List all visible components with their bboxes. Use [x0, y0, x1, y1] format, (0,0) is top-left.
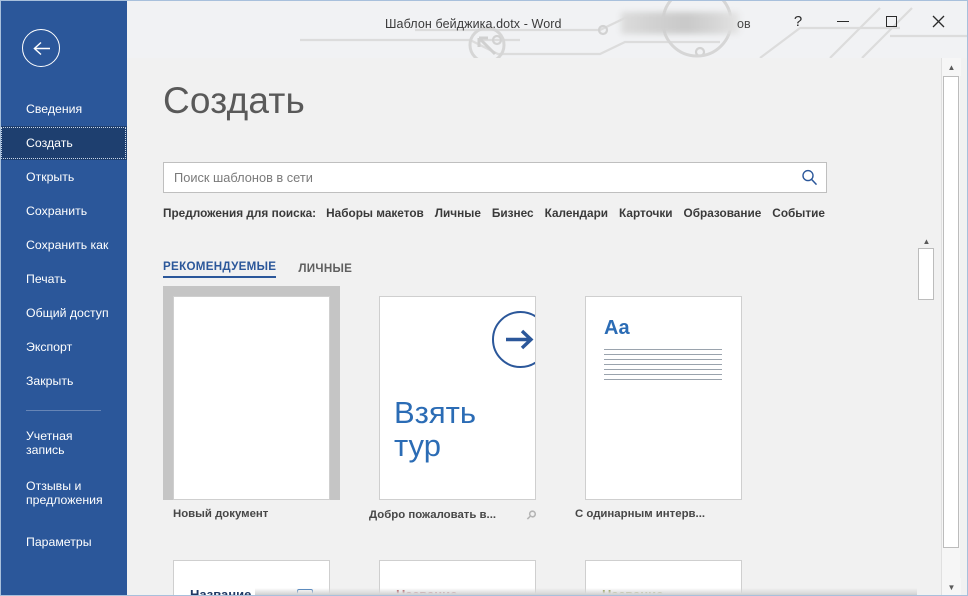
- page-title: Создать: [163, 80, 306, 121]
- help-button[interactable]: ?: [781, 8, 815, 34]
- search-input[interactable]: [164, 163, 792, 192]
- suggestion-link-education[interactable]: Образование: [684, 206, 762, 220]
- word-backstage-window: Шаблон бейджика.dotx - Word ов ? Сведени…: [0, 0, 968, 596]
- suggestion-link-layout-sets[interactable]: Наборы макетов: [326, 206, 424, 220]
- maximize-button[interactable]: [874, 8, 908, 34]
- tab-personal[interactable]: ЛИЧНЫЕ: [298, 262, 352, 278]
- template-card-single-spaced[interactable]: Aa С одинарным интерв...: [575, 286, 752, 532]
- sidebar-item-options[interactable]: Параметры: [0, 525, 127, 559]
- sidebar-item-account[interactable]: Учетная запись: [0, 421, 127, 465]
- sidebar-item-share[interactable]: Общий доступ: [0, 296, 127, 330]
- scrollbar-thumb[interactable]: [943, 76, 959, 548]
- close-button[interactable]: [921, 8, 955, 34]
- sidebar-item-label: Общий доступ: [26, 306, 109, 320]
- thumbnail-heading-line1: Взять: [394, 395, 477, 430]
- window-scrollbar[interactable]: ▲ ▼: [941, 58, 961, 596]
- template-search-box: [163, 162, 827, 193]
- new-document-pane: Создать Предложения для поиска: Наборы ма…: [127, 58, 917, 596]
- suggestion-link-calendars[interactable]: Календари: [545, 206, 608, 220]
- suggestion-link-personal[interactable]: Личные: [435, 206, 481, 220]
- backstage-nav: Сведения Создать Открыть Сохранить Сохра…: [0, 92, 127, 559]
- template-title: Добро пожаловать в...: [369, 509, 497, 521]
- sidebar-item-label: Экспорт: [26, 340, 73, 354]
- title-bar: Шаблон бейджика.dotx - Word ов ?: [0, 0, 968, 58]
- template-title: С одинарным интерв...: [575, 508, 706, 520]
- tab-recommended[interactable]: РЕКОМЕНДУЕМЫЕ: [163, 260, 277, 278]
- sidebar-item-open[interactable]: Открыть: [0, 160, 127, 194]
- thumbnail-heading: Название: [190, 587, 252, 596]
- sidebar-item-label: Сведения: [26, 102, 83, 116]
- template-thumbnail-tour: Взять тур: [379, 296, 536, 500]
- template-grid: Новый документ Взять тур Добро пожаловат…: [163, 286, 863, 596]
- scroll-up-icon[interactable]: ▲: [942, 58, 961, 76]
- pane-bottom-shadow: [255, 588, 917, 596]
- sidebar-item-label: Сохранить: [26, 204, 88, 218]
- sidebar-item-save-as[interactable]: Сохранить как: [0, 228, 127, 262]
- suggestion-link-business[interactable]: Бизнес: [492, 206, 534, 220]
- template-caption: С одинарным интерв...: [575, 500, 752, 530]
- circle-outline: [492, 311, 535, 368]
- search-icon: [801, 169, 817, 186]
- search-button[interactable]: [792, 163, 826, 192]
- arrow-right-icon: [506, 329, 534, 350]
- template-card-blank-document[interactable]: Новый документ: [163, 286, 340, 532]
- suggestion-link-cards[interactable]: Карточки: [619, 206, 673, 220]
- thumbnail-heading: Взять тур: [394, 396, 476, 462]
- sidebar-item-label: Открыть: [26, 170, 75, 184]
- sidebar-item-export[interactable]: Экспорт: [0, 330, 127, 364]
- maximize-icon: [885, 15, 897, 27]
- template-caption: Добро пожаловать в... ⚲: [369, 500, 546, 532]
- user-account-name-tail: ов: [737, 17, 751, 31]
- sidebar-item-print[interactable]: Печать: [0, 262, 127, 296]
- sidebar-item-label: Параметры: [26, 535, 92, 549]
- template-title: Новый документ: [173, 508, 269, 520]
- sidebar-item-info[interactable]: Сведения: [0, 92, 127, 126]
- search-suggestions: Предложения для поиска: Наборы макетов Лич…: [163, 204, 843, 222]
- template-card-box: [163, 286, 340, 500]
- backstage-sidebar: Сведения Создать Открыть Сохранить Сохра…: [0, 0, 127, 596]
- sidebar-item-new[interactable]: Создать: [0, 126, 127, 160]
- template-thumbnail-single-spaced: Aa: [585, 296, 742, 500]
- sidebar-item-close[interactable]: Закрыть: [0, 364, 127, 398]
- template-list-scrollbar[interactable]: ▲: [917, 232, 936, 596]
- template-card-box: Aa: [575, 286, 752, 500]
- minimize-icon: [837, 20, 849, 22]
- sidebar-item-label: Печать: [26, 272, 67, 286]
- sidebar-item-label: Создать: [26, 136, 73, 150]
- sidebar-item-label: Учетная запись: [26, 429, 73, 457]
- template-card-welcome-tour[interactable]: Взять тур Добро пожаловать в... ⚲: [369, 286, 546, 532]
- close-icon: [932, 15, 944, 27]
- suggestion-link-event[interactable]: Событие: [772, 206, 825, 220]
- suggestions-label: Предложения для поиска:: [163, 206, 317, 220]
- scroll-down-icon[interactable]: ▼: [942, 578, 961, 596]
- template-row: Новый документ Взять тур Добро пожаловат…: [163, 286, 863, 532]
- user-account-name-blurred: [621, 12, 739, 34]
- template-caption: Новый документ: [163, 500, 340, 530]
- arrow-left-icon: [32, 41, 50, 55]
- sidebar-item-feedback[interactable]: Отзывы и предложения: [0, 471, 127, 515]
- template-card-box: Взять тур: [369, 286, 546, 500]
- sidebar-divider: [26, 410, 101, 411]
- template-thumbnail-blank: [173, 296, 330, 500]
- thumbnail-heading: Aa: [604, 317, 630, 339]
- window-title: Шаблон бейджика.dotx - Word: [385, 17, 562, 31]
- thumbnail-heading-line2: тур: [394, 428, 441, 463]
- question-mark-icon: ?: [793, 12, 803, 30]
- sidebar-item-save[interactable]: Сохранить: [0, 194, 127, 228]
- sidebar-item-label: Сохранить как: [26, 238, 109, 252]
- scrollbar-thumb[interactable]: [918, 248, 934, 300]
- pin-icon[interactable]: ⚲: [524, 507, 540, 523]
- thumbnail-text-lines: [604, 349, 722, 384]
- minimize-button[interactable]: [826, 8, 860, 34]
- sidebar-item-label: Отзывы и предложения: [26, 479, 103, 507]
- back-button[interactable]: [22, 29, 60, 67]
- sidebar-item-label: Закрыть: [26, 374, 74, 388]
- template-category-tabs: РЕКОМЕНДУЕМЫЕ ЛИЧНЫЕ: [163, 260, 352, 278]
